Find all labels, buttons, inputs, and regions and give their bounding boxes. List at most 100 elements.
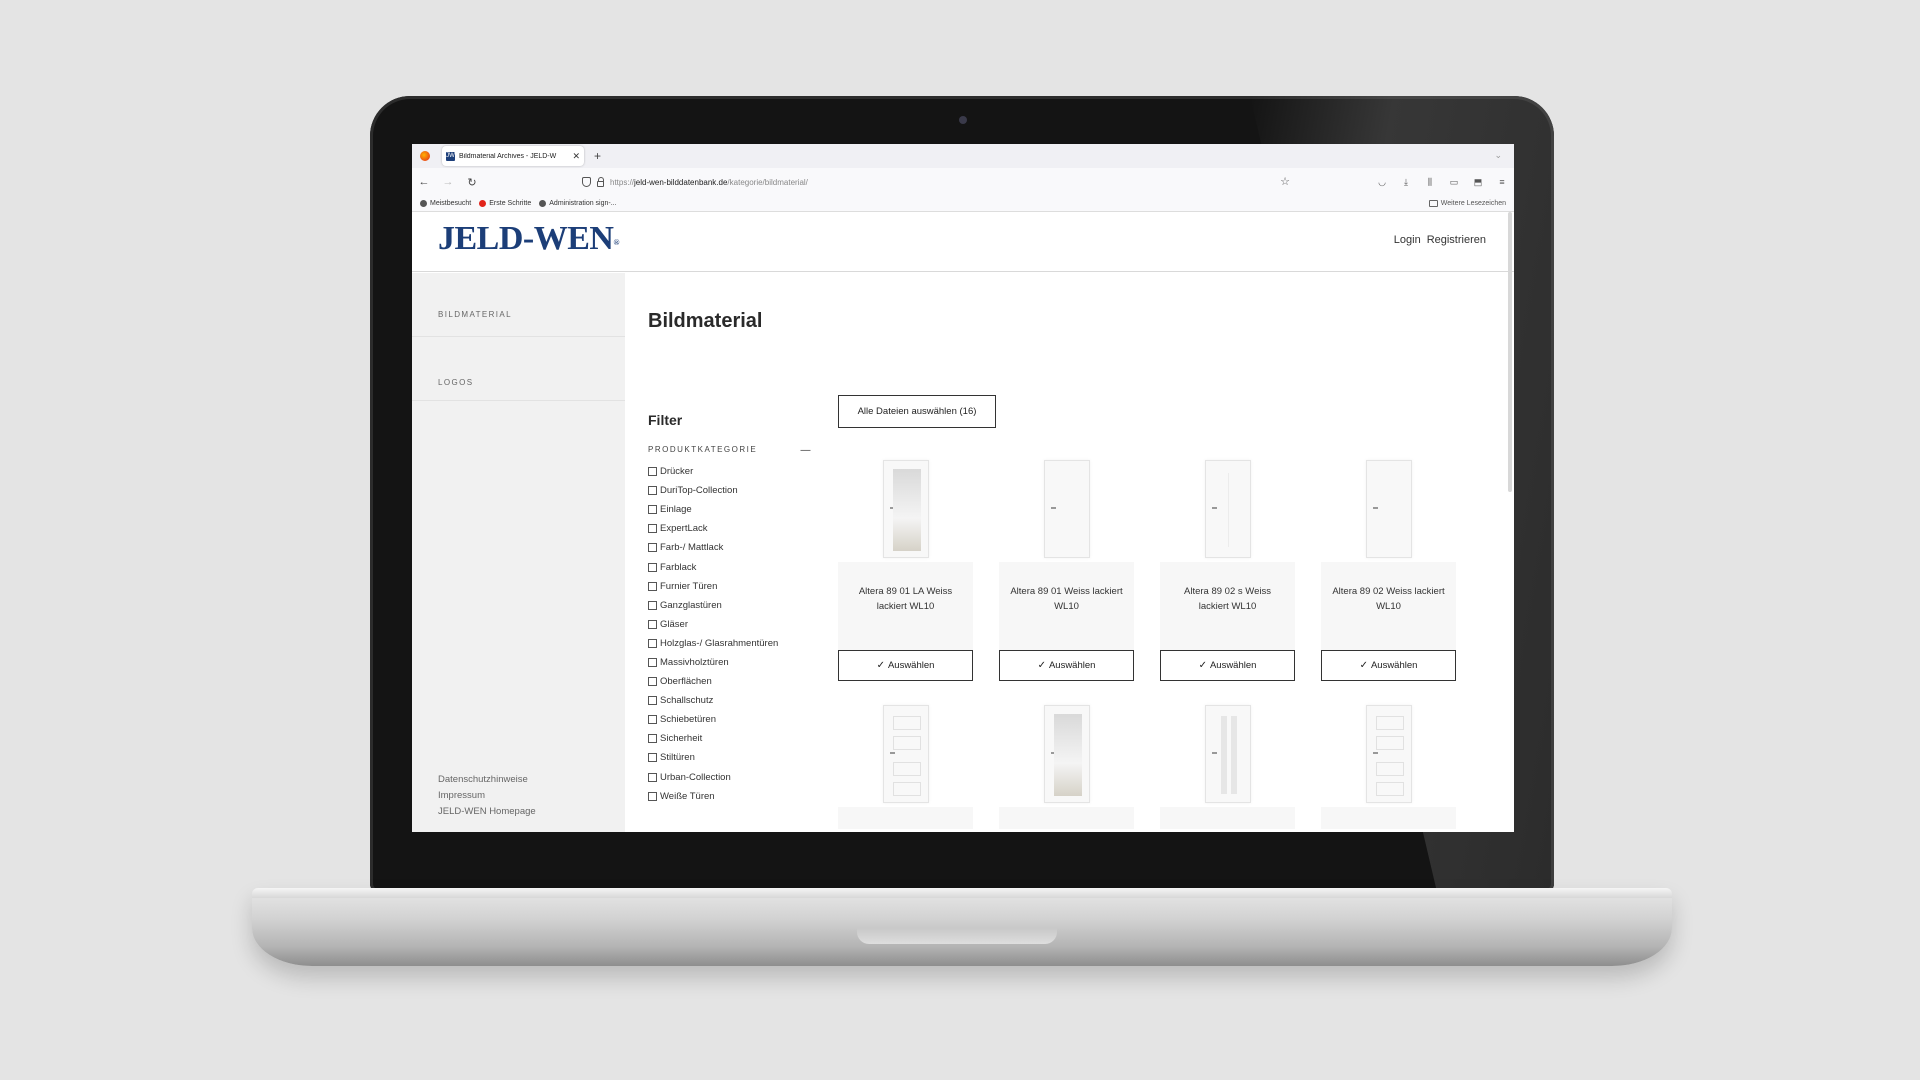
laptop-thumb-notch xyxy=(857,928,1057,944)
checkbox[interactable] xyxy=(648,505,657,515)
filter-option[interactable]: Weiße Türen xyxy=(648,787,778,806)
door-thumbnail[interactable] xyxy=(1160,701,1295,807)
checkbox[interactable] xyxy=(648,696,657,706)
filter-option[interactable]: Sicherheit xyxy=(648,729,778,748)
bookmark-item[interactable]: Meistbesucht xyxy=(420,200,471,207)
select-button-label: Auswählen xyxy=(1370,660,1418,671)
filter-option[interactable]: Urban-Collection xyxy=(648,768,778,787)
select-button[interactable]: ✓ Auswählen xyxy=(1321,650,1456,681)
filter-label: Massivholztüren xyxy=(660,656,729,668)
filter-label: Urban-Collection xyxy=(660,771,731,783)
card-caption xyxy=(838,807,973,829)
checkbox[interactable] xyxy=(648,638,657,648)
select-button[interactable]: ✓ Auswählen xyxy=(999,650,1134,681)
chevron-down-icon[interactable]: ⌄ xyxy=(1494,150,1502,161)
checkbox[interactable] xyxy=(648,562,657,572)
select-all-button[interactable]: Alle Dateien auswählen (16) xyxy=(838,395,996,428)
image-card xyxy=(999,701,1134,829)
door-image xyxy=(1365,460,1412,558)
door-thumbnail[interactable] xyxy=(1160,456,1295,562)
library-icon[interactable]: ⫼ xyxy=(1424,177,1436,188)
checkbox[interactable] xyxy=(648,677,657,687)
filter-option[interactable]: Gläser xyxy=(648,615,778,634)
checkbox[interactable] xyxy=(648,581,657,591)
download-icon[interactable]: ⤓ xyxy=(1400,177,1412,188)
scrollbar[interactable] xyxy=(1508,212,1512,492)
extensions-icon[interactable]: ⬒ xyxy=(1472,177,1484,188)
checkbox[interactable] xyxy=(648,734,657,744)
filter-option[interactable]: Furnier Türen xyxy=(648,577,778,596)
checkbox[interactable] xyxy=(648,715,657,725)
sidebar-item-bildmaterial[interactable]: BILDMATERIAL xyxy=(412,273,625,337)
check-icon: ✓ xyxy=(1198,660,1207,671)
checkbox[interactable] xyxy=(648,772,657,782)
select-button-label: Auswählen xyxy=(1209,660,1257,671)
filter-option[interactable]: Schiebetüren xyxy=(648,710,778,729)
address-bar[interactable]: https://jeld-wen-bilddatenbank.de/katego… xyxy=(576,172,1296,192)
checkbox[interactable] xyxy=(648,467,657,477)
filter-option[interactable]: DuriTop-Collection xyxy=(648,481,778,500)
browser-tab[interactable]: JW Bildmaterial Archives - JELD-W ✕ xyxy=(442,146,584,166)
bookmark-item[interactable]: Administration sign-... xyxy=(539,200,617,207)
privacy-link[interactable]: Datenschutzhinweise xyxy=(438,772,536,788)
checkbox[interactable] xyxy=(648,524,657,534)
filter-option[interactable]: Farblack xyxy=(648,557,778,576)
new-tab-icon[interactable]: + xyxy=(594,149,601,163)
filter-label: Holzglas-/ Glasrahmentüren xyxy=(660,637,779,649)
checkbox[interactable] xyxy=(648,791,657,801)
door-thumbnail[interactable] xyxy=(1321,456,1456,562)
checkbox[interactable] xyxy=(648,486,657,496)
door-thumbnail[interactable] xyxy=(838,456,973,562)
forward-icon[interactable]: → xyxy=(442,176,454,188)
other-bookmarks[interactable]: Weitere Lesezeichen xyxy=(1428,200,1506,207)
door-thumbnail[interactable] xyxy=(838,701,973,807)
filter-option[interactable]: Einlage xyxy=(648,500,778,519)
menu-icon[interactable]: ≡ xyxy=(1496,177,1508,188)
brand-logo[interactable]: JELD-WEN® xyxy=(438,220,620,258)
sidebar-item-logos[interactable]: LOGOS xyxy=(412,337,625,401)
shield-icon[interactable] xyxy=(582,177,591,187)
filter-option[interactable]: Drücker xyxy=(648,462,778,481)
filter-option[interactable]: Ganzglastüren xyxy=(648,596,778,615)
back-icon[interactable]: ← xyxy=(418,176,430,188)
filter-option[interactable]: Schallschutz xyxy=(648,691,778,710)
bookmark-star-icon[interactable]: ☆ xyxy=(1280,175,1290,188)
imprint-link[interactable]: Impressum xyxy=(438,788,536,804)
sidebar-icon[interactable]: ▭ xyxy=(1448,177,1460,188)
reload-icon[interactable]: ↻ xyxy=(466,176,478,189)
select-button[interactable]: ✓ Auswählen xyxy=(1160,650,1295,681)
laptop-base-edge xyxy=(252,888,1672,898)
checkbox[interactable] xyxy=(648,543,657,553)
card-caption xyxy=(1321,807,1456,829)
image-card xyxy=(1321,701,1456,829)
door-thumbnail[interactable] xyxy=(1321,701,1456,807)
lock-icon[interactable] xyxy=(597,176,604,187)
firefox-icon xyxy=(420,151,430,161)
filter-heading[interactable]: PRODUKTKATEGORIE — xyxy=(648,445,813,456)
bookmark-item[interactable]: Erste Schritte xyxy=(479,200,531,207)
main-content: Bildmaterial Filter PRODUKTKATEGORIE — D… xyxy=(648,273,1514,832)
filter-option[interactable]: ExpertLack xyxy=(648,519,778,538)
collapse-icon[interactable]: — xyxy=(801,445,813,456)
login-link[interactable]: Login xyxy=(1394,234,1421,246)
image-grid: Altera 89 01 LA Weiss lackiert WL10 ✓ Ausw… xyxy=(838,456,1456,829)
door-thumbnail[interactable] xyxy=(999,456,1134,562)
checkbox[interactable] xyxy=(648,753,657,763)
sidebar: BILDMATERIAL LOGOS Datenschutzhinweise I… xyxy=(412,273,625,832)
checkbox[interactable] xyxy=(648,600,657,610)
checkbox[interactable] xyxy=(648,657,657,667)
select-button[interactable]: ✓ Auswählen xyxy=(838,650,973,681)
filter-option[interactable]: Farb-/ Mattlack xyxy=(648,538,778,557)
filter-option[interactable]: Oberflächen xyxy=(648,672,778,691)
filter-option[interactable]: Stiltüren xyxy=(648,748,778,767)
filter-option[interactable]: Massivholztüren xyxy=(648,653,778,672)
door-thumbnail[interactable] xyxy=(999,701,1134,807)
register-link[interactable]: Registrieren xyxy=(1427,234,1486,246)
folder-icon xyxy=(1428,200,1438,207)
close-icon[interactable]: ✕ xyxy=(572,151,580,162)
url-text[interactable]: https://jeld-wen-bilddatenbank.de/katego… xyxy=(610,178,808,187)
homepage-link[interactable]: JELD-WEN Homepage xyxy=(438,804,536,820)
checkbox[interactable] xyxy=(648,619,657,629)
filter-option[interactable]: Holzglas-/ Glasrahmentüren xyxy=(648,634,778,653)
pocket-icon[interactable]: ◡ xyxy=(1376,177,1388,188)
